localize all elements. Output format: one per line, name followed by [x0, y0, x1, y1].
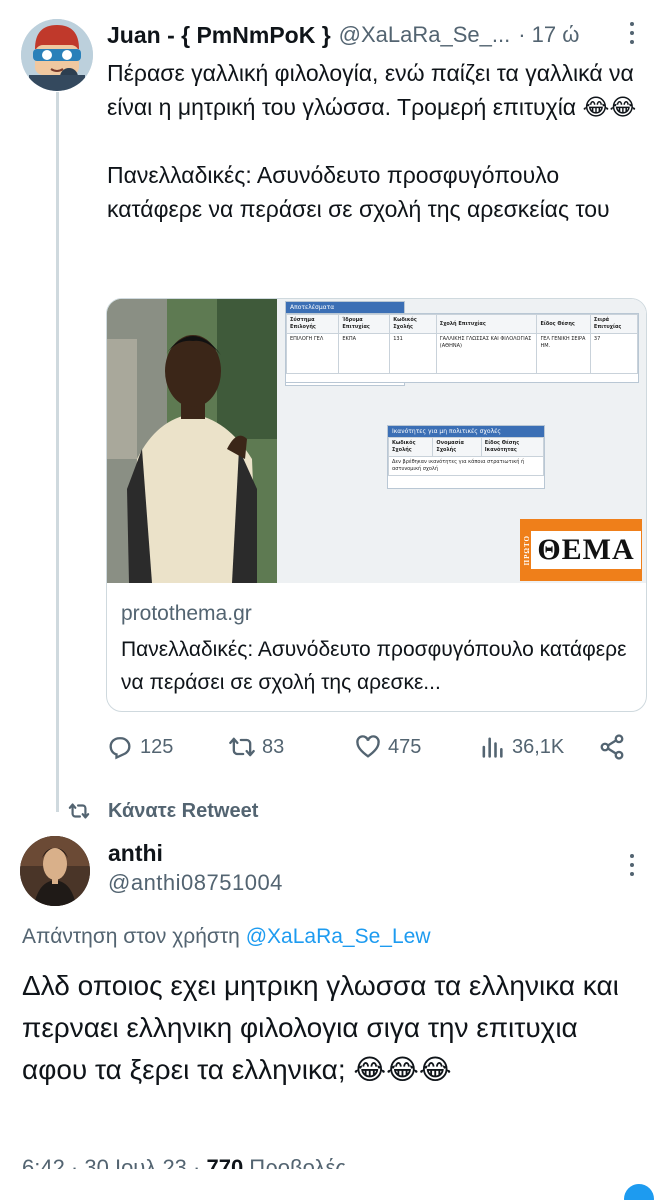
retweet-button[interactable]: 83: [228, 728, 284, 766]
table-header-cell: Είδος Θέσης: [536, 314, 591, 334]
ability-panel-title: Ικανότητες για μη πολιτικές σχολές: [388, 426, 544, 437]
table-cell: 37: [589, 333, 639, 374]
reply-button[interactable]: 125: [106, 728, 173, 766]
results-table: Σύστημα Επιλογής Ίδρυμα Επιτυχίας Κωδικό…: [285, 314, 639, 374]
reply-count: 125: [140, 735, 174, 758]
table-cell: ΓΕΛ ΓΕΝΙΚΗ ΣΕΙΡΑ ΗΜ.: [536, 333, 591, 374]
tweet-timestamp[interactable]: 6:42 · 30 Ιουλ 23 ·: [22, 1155, 206, 1169]
table-cell: Δεν βρέθηκαν ικανότητες για κάποια στρατ…: [388, 456, 544, 476]
results-panel-title: Αποτελέσματα: [286, 302, 404, 313]
tweet-actions: 125 83 475 36,1K: [106, 728, 646, 766]
table-header-cell: Είδος Θέσης Ικανότητας: [480, 437, 545, 457]
avatar[interactable]: [21, 19, 93, 91]
painting-avatar-icon: [20, 836, 90, 906]
table-cell: ΕΠΙΛΟΓΗ ΓΕΛ: [285, 333, 340, 374]
tweet-time[interactable]: · 17 ώ: [518, 22, 579, 48]
table-header-cell: Σύστημα Επιλογής: [285, 314, 340, 334]
share-icon: [600, 734, 624, 760]
table-cell: ΕΚΠΑ: [338, 333, 391, 374]
tweet-header: Juan - { PmNmPoK } @XaLaRa_Se_... · 17 ώ: [107, 18, 647, 52]
tweet-text: Δλδ οποιος εχει μητρικη γλωσσα τα ελληνι…: [22, 970, 619, 1085]
reply-icon: [109, 737, 131, 760]
tweet-text: Πέρασε γαλλική φιλολογία, ενώ παίζει τα …: [107, 60, 637, 222]
link-preview-card[interactable]: Αποτελέσματα Σύστημα Επιλογής Ίδρυμα Επι…: [106, 298, 647, 712]
retweet-count: 83: [262, 735, 285, 758]
ability-panel: Ικανότητες για μη πολιτικές σχολές Κωδικ…: [387, 425, 545, 489]
table-header-cell: Κωδικός Σχολής: [389, 314, 437, 334]
thread-connector-line: [56, 92, 59, 812]
more-icon[interactable]: [628, 22, 636, 48]
share-button[interactable]: [598, 728, 632, 766]
protothema-logo: ΠΡΩΤΟ ΘΕΜΑ: [520, 519, 642, 581]
avatar[interactable]: [20, 836, 90, 906]
table-header-cell: Ίδρυμα Επιτυχίας: [338, 314, 391, 334]
views-icon: [482, 737, 503, 758]
results-table-panel: Σύστημα Επιλογής Ίδρυμα Επιτυχίας Κωδικό…: [285, 313, 639, 383]
like-button[interactable]: 475: [354, 728, 421, 766]
views-button[interactable]: 36,1K: [478, 728, 564, 766]
views-count: 770: [206, 1155, 244, 1169]
author-handle[interactable]: @anthi08751004: [108, 870, 283, 896]
card-title: Πανελλαδικές: Ασυνόδευτο προσφυγόπουλο κ…: [121, 638, 627, 694]
views-label: Προβολές: [243, 1155, 346, 1169]
retweet-icon: [68, 803, 90, 819]
cartoon-avatar-icon: [21, 19, 93, 91]
card-domain: protothema.gr: [121, 602, 252, 625]
table-header-cell: Σχολή Επιτυχίας: [435, 314, 538, 334]
table-header-cell: Ονομασία Σχολής: [432, 437, 482, 457]
retweet-indicator: Κάνατε Retweet: [68, 797, 258, 825]
table-header-cell: Κωδικός Σχολής: [387, 437, 434, 457]
tweet-meta: 6:42 · 30 Ιουλ 23 · 770 Προβολές: [22, 1155, 346, 1169]
author-name[interactable]: anthi: [108, 840, 163, 867]
author-handle[interactable]: @XaLaRa_Se_...: [339, 22, 511, 48]
table-cell: ΓΑΛΛΙΚΗΣ ΓΛΩΣΣΑΣ ΚΑΙ ΦΙΛΟΛΟΓΙΑΣ (ΑΘΗΝΑ): [435, 333, 538, 374]
compose-fab[interactable]: [624, 1184, 654, 1200]
logo-prefix: ΠΡΩΤΟ: [523, 534, 532, 566]
reply-prefix: Απάντηση στον χρήστη: [22, 925, 240, 948]
table-cell: 131: [389, 333, 437, 374]
card-image: Αποτελέσματα Σύστημα Επιλογής Ίδρυμα Επι…: [107, 299, 646, 583]
retweet-icon: [229, 737, 255, 757]
author-name[interactable]: Juan - { PmNmPoK }: [107, 22, 331, 49]
like-count: 475: [388, 735, 422, 758]
student-photo: [107, 299, 277, 583]
like-icon: [356, 735, 380, 758]
logo-text: ΘΕΜΑ: [531, 531, 641, 569]
ability-table: Κωδικός Σχολής Ονομασία Σχολής Είδος Θέσ…: [387, 437, 545, 476]
table-header-cell: Σειρά Επιτυχίας: [589, 314, 639, 334]
more-icon[interactable]: [628, 854, 636, 880]
reply-context: Απάντηση στον χρήστη @XaLaRa_Se_Lew: [22, 925, 430, 949]
retweet-label: Κάνατε Retweet: [108, 799, 259, 822]
views-count: 36,1K: [512, 735, 565, 758]
results-screenshot: Αποτελέσματα Σύστημα Επιλογής Ίδρυμα Επι…: [277, 299, 646, 583]
reply-mention-link[interactable]: @XaLaRa_Se_Lew: [246, 925, 431, 948]
